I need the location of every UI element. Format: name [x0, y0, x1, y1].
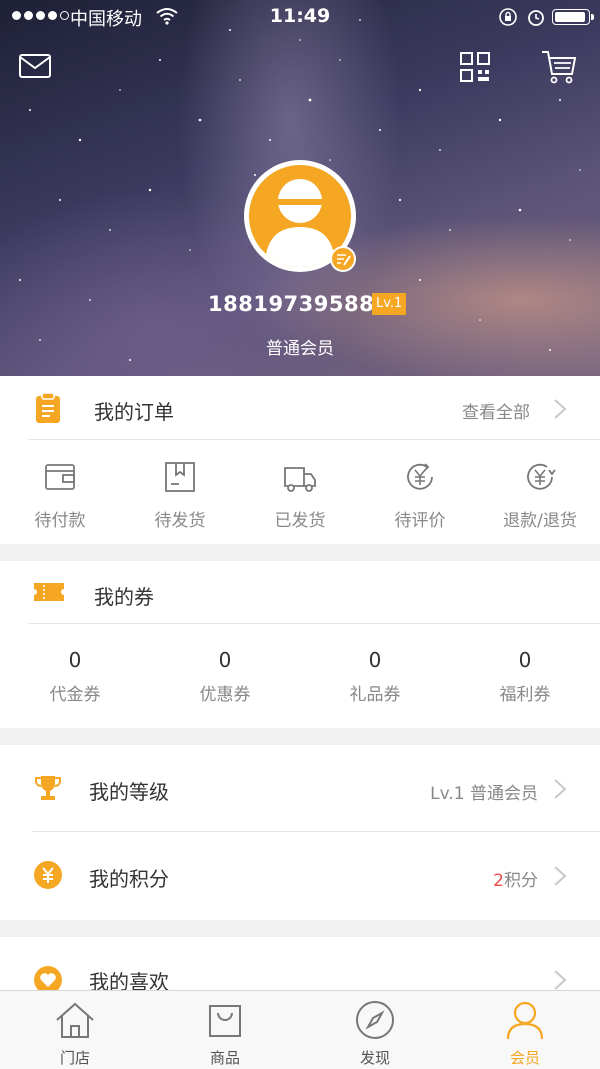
coupon-label: 福利券 — [499, 685, 551, 705]
tab-label: 会员 — [509, 1049, 540, 1067]
yuan-coin-icon — [34, 861, 62, 889]
order-status-pending-review[interactable]: 待评价 — [360, 460, 480, 531]
level-badge: Lv.1 — [372, 293, 407, 315]
points-title: 我的积分 — [89, 867, 169, 891]
order-status-pending-shipment[interactable]: 待发货 — [120, 460, 240, 531]
view-all-orders[interactable]: 查看全部 — [440, 386, 590, 430]
order-clipboard-icon — [36, 392, 60, 423]
member-type: 普通会员 — [266, 339, 334, 359]
chevron-right-icon — [554, 970, 567, 990]
order-status-label: 待发货 — [154, 511, 206, 531]
user-phone: 18819739588 — [208, 292, 375, 316]
order-status-shipped[interactable]: 已发货 — [240, 460, 360, 531]
store-icon — [56, 1002, 94, 1038]
user-icon — [506, 1001, 544, 1040]
level-points-section: 我的等级 Lv.1 普通会员 我的积分 2积分 — [0, 745, 600, 920]
my-points-row[interactable]: 我的积分 2积分 — [0, 832, 600, 920]
battery-icon — [552, 9, 594, 25]
tab-label: 发现 — [359, 1049, 390, 1067]
wallet-icon — [45, 464, 75, 490]
order-status-label: 待付款 — [34, 511, 86, 531]
order-status-label: 已发货 — [274, 511, 326, 531]
bottom-tab-bar: 门店 商品 发现 会员 — [0, 990, 600, 1069]
divider — [28, 439, 600, 440]
order-status-label: 退款/退货 — [503, 511, 577, 531]
view-all-label: 查看全部 — [462, 403, 530, 423]
cart-icon[interactable] — [540, 48, 578, 86]
my-favorites-row[interactable]: 我的喜欢 — [0, 937, 600, 997]
order-status-label: 待评价 — [394, 511, 446, 531]
tab-store[interactable]: 门店 — [25, 999, 125, 1068]
truck-icon — [284, 467, 316, 492]
coupon-count: 0 — [218, 648, 232, 672]
coupon-count: 0 — [518, 648, 532, 672]
my-level-row[interactable]: 我的等级 Lv.1 普通会员 — [0, 745, 600, 831]
coupon-gift[interactable]: 0 礼品券 — [315, 648, 435, 705]
profile-header: 中国移动 11:49 18819739588 Lv.1 普通会员 — [0, 0, 600, 376]
avatar[interactable] — [244, 160, 356, 272]
coupon-label: 礼品券 — [349, 685, 401, 705]
rotation-lock-icon — [499, 8, 517, 26]
edit-profile-icon[interactable] — [330, 246, 356, 272]
coupon-count: 0 — [68, 648, 82, 672]
yuan-refund-icon — [527, 463, 556, 490]
tab-member[interactable]: 会员 — [475, 999, 575, 1068]
message-icon[interactable] — [18, 52, 52, 80]
package-icon — [165, 462, 195, 492]
alarm-icon — [528, 10, 544, 26]
chevron-right-icon — [554, 779, 567, 799]
coupon-label: 优惠券 — [199, 685, 251, 705]
coupon-discount[interactable]: 0 优惠券 — [165, 648, 285, 705]
shopping-bag-icon — [209, 1005, 241, 1037]
coupon-welfare[interactable]: 0 福利券 — [465, 648, 585, 705]
divider — [28, 623, 600, 624]
level-value: Lv.1 普通会员 — [430, 784, 538, 804]
trophy-icon — [35, 776, 61, 800]
points-unit: 积分 — [504, 871, 538, 891]
points-number: 2 — [493, 871, 504, 891]
order-status-refund[interactable]: 退款/退货 — [480, 460, 600, 531]
coupon-label: 代金券 — [49, 685, 101, 705]
ticket-icon — [34, 583, 64, 601]
coupons-title: 我的券 — [94, 585, 154, 609]
chevron-right-icon — [554, 866, 567, 886]
coupon-count: 0 — [368, 648, 382, 672]
qr-code-icon[interactable] — [458, 50, 492, 84]
order-status-pending-payment[interactable]: 待付款 — [0, 460, 120, 531]
tab-label: 门店 — [59, 1049, 90, 1067]
points-value: 2积分 — [493, 866, 538, 891]
chevron-right-icon — [554, 399, 567, 419]
tab-label: 商品 — [209, 1049, 240, 1067]
tab-discover[interactable]: 发现 — [325, 999, 425, 1068]
level-title: 我的等级 — [89, 780, 169, 804]
compass-icon — [356, 1001, 394, 1039]
orders-title: 我的订单 — [94, 400, 174, 424]
status-bar: 中国移动 11:49 — [0, 0, 600, 34]
favorites-section: 我的喜欢 — [0, 937, 600, 997]
coupon-cash[interactable]: 0 代金券 — [15, 648, 135, 705]
yuan-review-icon — [407, 463, 433, 490]
tab-products[interactable]: 商品 — [175, 999, 275, 1068]
